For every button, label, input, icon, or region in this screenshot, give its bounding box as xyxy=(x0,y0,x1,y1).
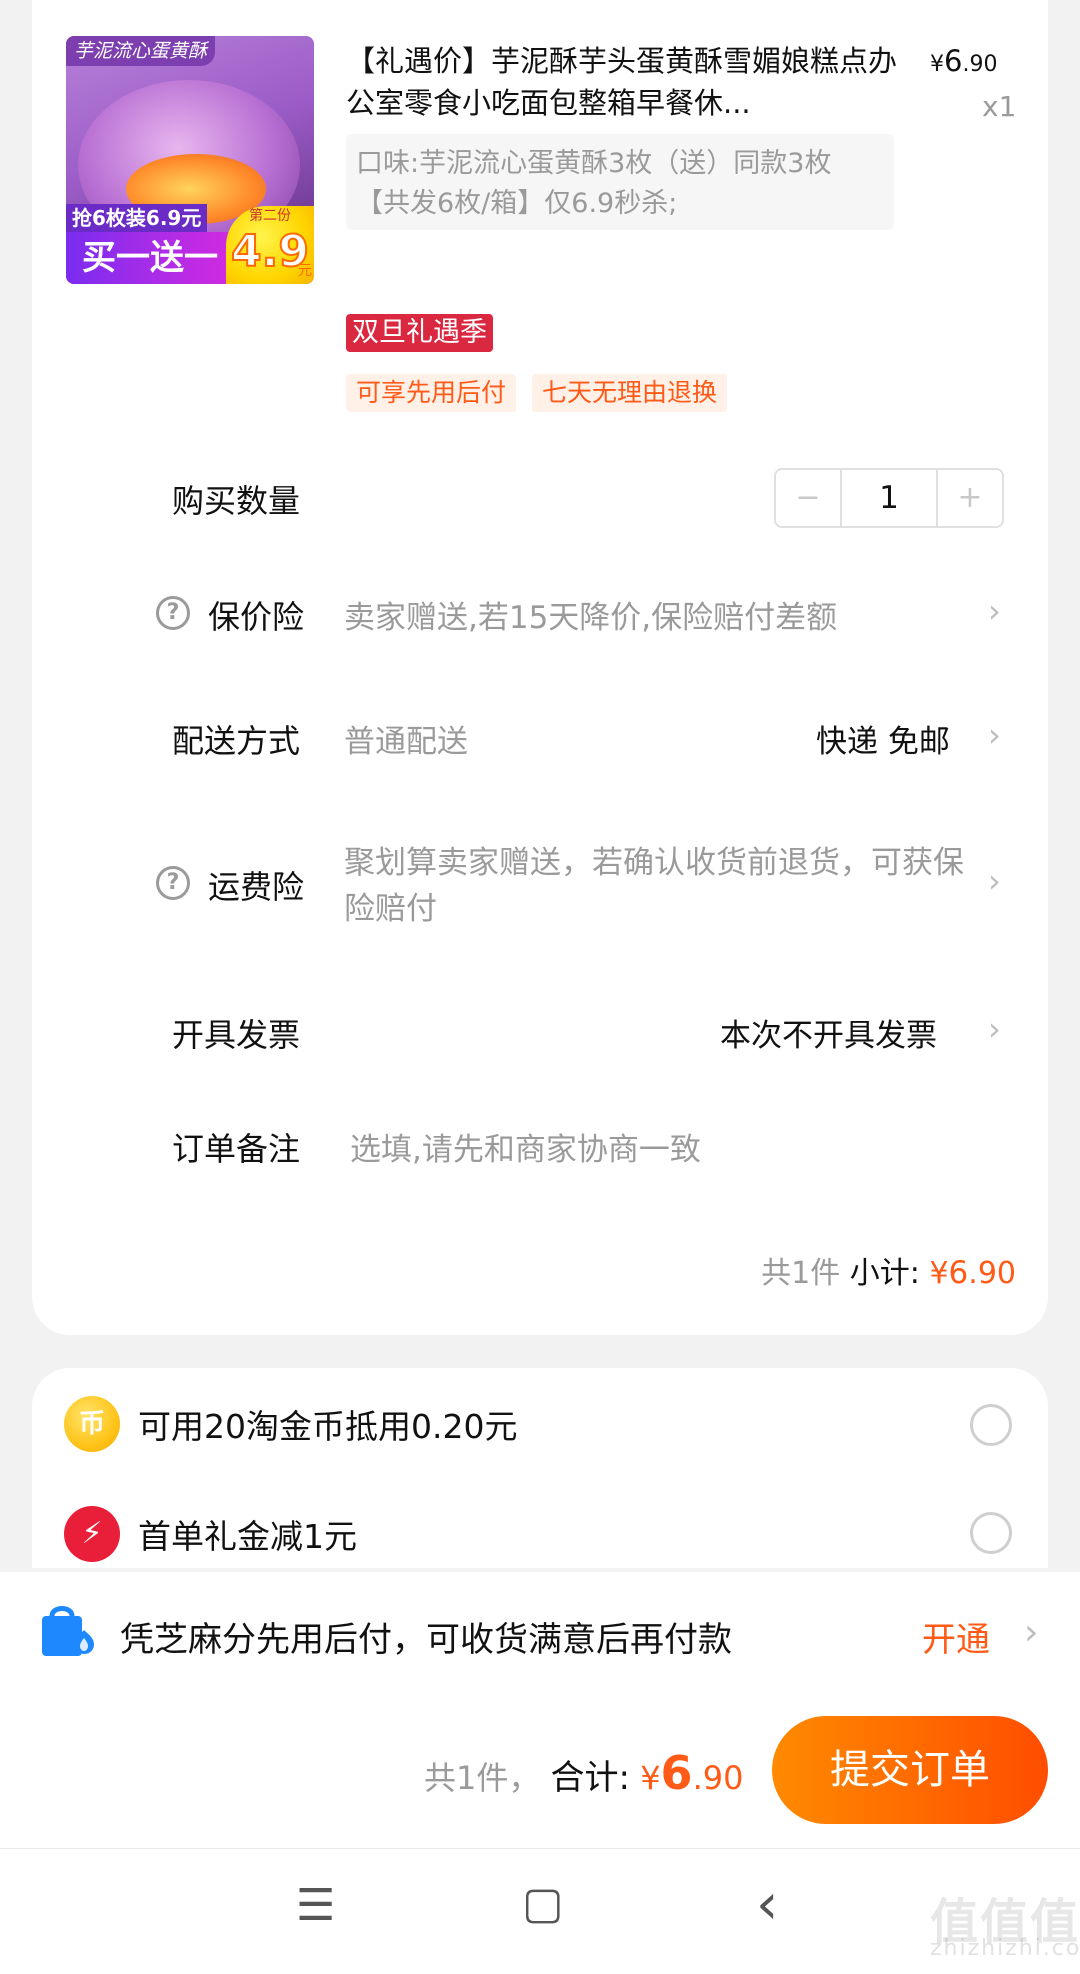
price-symbol: ¥ xyxy=(930,52,944,77)
taojinbi-radio[interactable] xyxy=(970,1404,1012,1446)
subtotal: 共1件 小计: ¥6.90 xyxy=(761,1248,1016,1292)
coin-icon: 币 xyxy=(64,1396,120,1452)
shipping-insurance-label: 运费险 xyxy=(208,868,305,906)
price-int: 6 xyxy=(944,44,963,78)
quantity-value[interactable]: 1 xyxy=(842,470,936,526)
invoice-label: 开具发票 xyxy=(172,1016,301,1054)
bolt-icon: ⚡ xyxy=(64,1506,120,1562)
help-icon[interactable]: ? xyxy=(156,866,190,900)
first-order-discount-radio[interactable] xyxy=(970,1512,1012,1554)
product-quantity: x1 xyxy=(982,90,1017,123)
open-pay-later-button[interactable]: 开通 xyxy=(922,1612,990,1661)
chevron-right-icon[interactable]: › xyxy=(1024,1612,1038,1653)
shopping-bag-icon xyxy=(34,1600,96,1662)
total-count: 共1件， xyxy=(424,1759,541,1797)
first-order-discount-label: 首单礼金减1元 xyxy=(138,1517,357,1556)
total-symbol: ¥ xyxy=(640,1759,661,1797)
total-int: 6 xyxy=(660,1746,693,1800)
product-spec[interactable]: 口味:芋泥流心蛋黄酥3枚（送）同款3枚【共发6枚/箱】仅6.9秒杀; xyxy=(346,134,894,230)
taojinbi-label: 可用20淘金币抵用0.20元 xyxy=(138,1407,518,1446)
product-title[interactable]: 【礼遇价】芋泥酥芋头蛋黄酥雪媚娘糕点办公室零食小吃面包整箱早餐休... xyxy=(346,40,906,124)
subtotal-symbol: ¥ xyxy=(929,1256,949,1291)
service-tag-pay-later: 可享先用后付 xyxy=(346,374,517,412)
subtotal-int: 6 xyxy=(948,1255,969,1291)
product-image-top-label: 芋泥流心蛋黄酥 xyxy=(66,36,216,66)
price-dec: .90 xyxy=(962,52,998,77)
quantity-plus-button[interactable]: + xyxy=(936,470,1002,526)
subtotal-label: 小计: xyxy=(849,1256,920,1291)
home-icon[interactable]: ▢ xyxy=(522,1878,564,1929)
product-image-promo-small: 抢6枚装6.9元 xyxy=(66,204,208,232)
price-protection-desc[interactable]: 卖家赠送,若15天降价,保险赔付差额 xyxy=(344,592,924,637)
product-image[interactable]: 芋泥流心蛋黄酥 抢6枚装6.9元 买一送一 第二份 4.9 元 xyxy=(66,36,314,284)
chevron-right-icon[interactable]: › xyxy=(988,1010,1001,1048)
delivery-method[interactable]: 普通配送 xyxy=(344,716,468,761)
subtotal-dec: .90 xyxy=(968,1256,1016,1291)
help-icon[interactable]: ? xyxy=(156,596,190,630)
note-label: 订单备注 xyxy=(172,1130,301,1168)
chevron-right-icon[interactable]: › xyxy=(988,862,1001,900)
quantity-minus-button[interactable]: − xyxy=(776,470,842,526)
shipping-insurance-desc[interactable]: 聚划算卖家赠送，若确认收货前退货，可获保险赔付 xyxy=(344,840,964,932)
product-price: ¥6.90 xyxy=(930,44,997,78)
badge-unit-text: 元 xyxy=(298,263,312,279)
chevron-right-icon[interactable]: › xyxy=(988,716,1001,754)
service-tag-return: 七天无理由退换 xyxy=(532,374,728,412)
delivery-label: 配送方式 xyxy=(172,722,301,760)
quantity-stepper[interactable]: − 1 + xyxy=(774,468,1004,528)
submit-order-button[interactable]: 提交订单 xyxy=(772,1716,1048,1824)
total-label: 合计: xyxy=(550,1758,631,1798)
badge-small-text: 第二份 xyxy=(249,208,291,224)
product-image-promo-big: 买一送一 xyxy=(66,232,234,284)
promo-tag: 双旦礼遇季 xyxy=(346,314,493,352)
back-icon[interactable]: ‹ xyxy=(756,1872,778,1937)
menu-icon[interactable]: ☰ xyxy=(296,1880,335,1931)
quantity-label: 购买数量 xyxy=(172,482,301,520)
order-note-input[interactable]: 选填,请先和商家协商一致 xyxy=(350,1124,701,1169)
pay-later-text: 凭芝麻分先用后付，可收货满意后再付款 xyxy=(120,1620,732,1660)
price-protection-label: 保价险 xyxy=(208,598,305,636)
delivery-value[interactable]: 快递 免邮 xyxy=(816,716,950,761)
subtotal-count: 共1件 xyxy=(761,1256,841,1291)
chevron-right-icon[interactable]: › xyxy=(988,592,1001,630)
watermark-url: zhizhizhi.com xyxy=(930,1936,1080,1961)
invoice-value[interactable]: 本次不开具发票 xyxy=(720,1010,937,1055)
total-dec: .90 xyxy=(692,1759,744,1797)
order-total: 共1件， 合计: ¥6.90 xyxy=(424,1746,743,1800)
product-image-price-badge: 第二份 4.9 元 xyxy=(226,206,314,284)
